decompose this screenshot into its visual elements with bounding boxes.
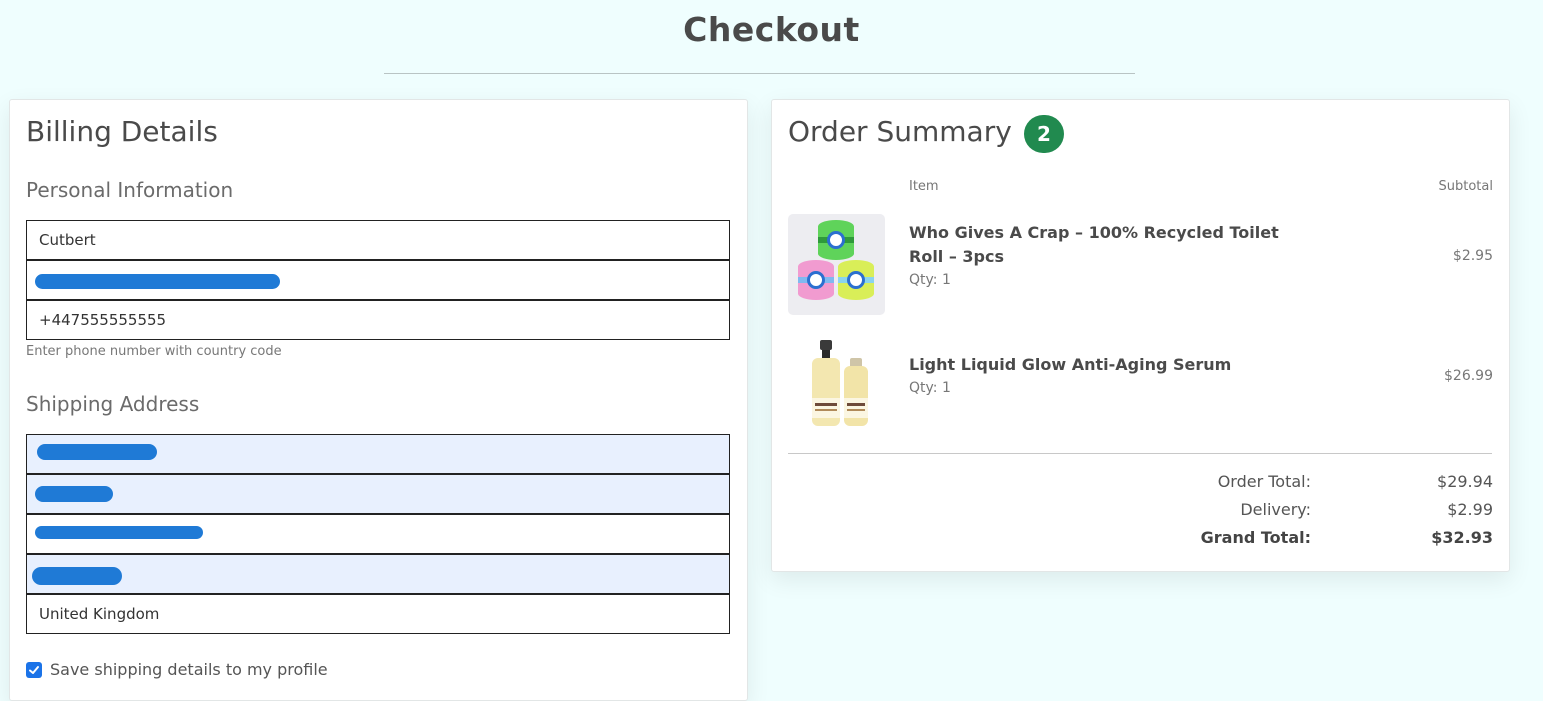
roll-shape: [818, 220, 854, 260]
save-shipping-label: Save shipping details to my profile: [50, 660, 328, 679]
order-summary-card: Order Summary 2 Item Subtotal Who Gives …: [771, 99, 1510, 572]
item-name[interactable]: Who Gives A Crap – 100% Recycled Toilet …: [909, 221, 1309, 269]
column-header-subtotal: Subtotal: [1438, 179, 1493, 194]
serum-bottles-image[interactable]: [788, 336, 885, 437]
phone-field[interactable]: [26, 300, 730, 340]
item-quantity: Qty: 1: [909, 272, 951, 288]
personal-information-heading: Personal Information: [26, 178, 234, 202]
roll-shape: [798, 260, 834, 300]
roll-shape: [838, 260, 874, 300]
grand-total-value: $32.93: [1431, 528, 1493, 547]
billing-details-card: Billing Details Personal Information Ent…: [9, 99, 748, 701]
item-name[interactable]: Light Liquid Glow Anti-Aging Serum: [909, 353, 1309, 377]
checkmark-icon: [29, 665, 39, 674]
first-name-field[interactable]: [26, 220, 730, 260]
billing-details-title: Billing Details: [26, 115, 218, 148]
column-header-item: Item: [909, 179, 939, 194]
postcode-field[interactable]: [26, 554, 730, 594]
redacted-mark: [37, 444, 157, 460]
country-field[interactable]: [26, 594, 730, 634]
redacted-mark: [32, 567, 122, 585]
address-line-2-field[interactable]: [26, 474, 730, 514]
item-count-badge: 2: [1024, 115, 1064, 153]
save-shipping-checkbox[interactable]: [26, 661, 42, 678]
order-total-value: $29.94: [1437, 472, 1493, 491]
item-price: $26.99: [1444, 368, 1493, 384]
summary-divider: [788, 453, 1492, 454]
delivery-label: Delivery:: [1240, 500, 1311, 519]
serum-bottles-icon: [812, 340, 868, 426]
toilet-roll-image[interactable]: [788, 214, 885, 315]
delivery-value: $2.99: [1447, 500, 1493, 519]
item-price: $2.95: [1452, 248, 1493, 264]
redacted-mark: [35, 486, 113, 502]
save-shipping-row[interactable]: Save shipping details to my profile: [26, 660, 328, 679]
grand-total-label: Grand Total:: [1200, 528, 1311, 547]
redacted-mark: [35, 274, 280, 289]
order-total-label: Order Total:: [1217, 472, 1311, 491]
order-summary-title: Order Summary: [788, 115, 1012, 148]
phone-help-text: Enter phone number with country code: [26, 344, 282, 359]
page-title: Checkout: [683, 10, 860, 49]
title-divider: [384, 73, 1135, 74]
item-quantity: Qty: 1: [909, 380, 951, 396]
shipping-address-heading: Shipping Address: [26, 392, 200, 416]
redacted-mark: [35, 526, 203, 539]
